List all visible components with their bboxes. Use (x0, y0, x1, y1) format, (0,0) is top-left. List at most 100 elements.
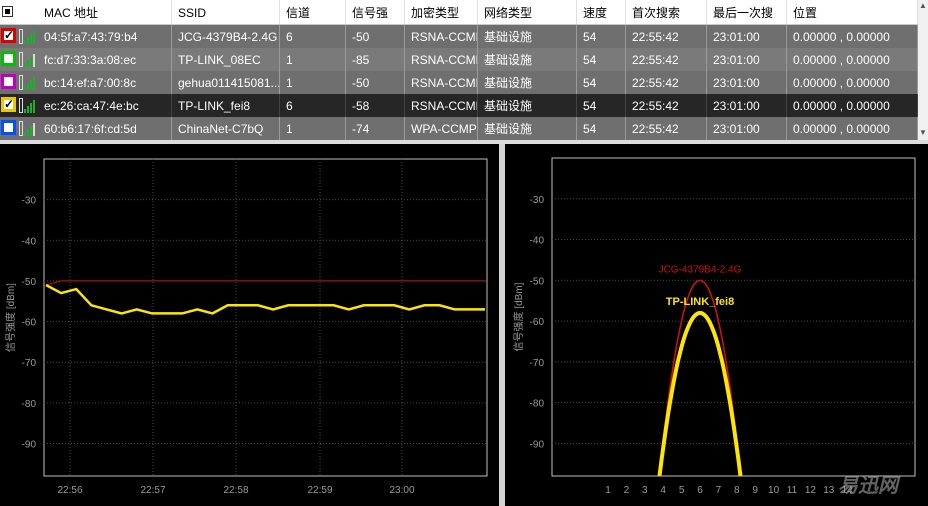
y-axis-label: 信号强度 [dBm] (512, 282, 525, 351)
channel-curve (658, 279, 742, 477)
x-tick-label: 10 (768, 485, 780, 496)
cell-speed: 54 (577, 94, 626, 117)
table-header: MAC 地址 SSID 信道 信号强 加密类型 网络类型 速度 首次搜索 最后一… (0, 0, 918, 25)
cell-channel: 1 (280, 48, 346, 71)
x-tick-label: 22:59 (307, 485, 332, 496)
series-color-checkbox[interactable]: ✓ (1, 97, 16, 112)
series-color-checkbox[interactable]: ✓ (1, 28, 16, 43)
cell-last-seen: 23:01:00 (707, 48, 787, 71)
signal-strength-icon (19, 52, 35, 67)
cell-network-type: 基础设施 (478, 48, 577, 71)
col-security[interactable]: 加密类型 (405, 0, 478, 24)
cell-security: RSNA-CCMP (405, 94, 478, 117)
scroll-up-icon[interactable]: ▲ (919, 1, 927, 11)
series-color-checkbox[interactable] (1, 120, 16, 135)
cell-speed: 54 (577, 25, 626, 48)
series-color-checkbox[interactable] (1, 51, 16, 66)
signal-strength-icon (19, 121, 35, 136)
cell-last-seen: 23:01:00 (707, 71, 787, 94)
series-label: TP-LINK_fei8 (666, 296, 734, 308)
select-all-checkbox[interactable] (2, 6, 13, 17)
cell-first-seen: 22:55:42 (626, 25, 707, 48)
x-tick-label: 22:56 (57, 485, 82, 496)
cell-rssi: -50 (346, 71, 405, 94)
col-ssid[interactable]: SSID (172, 0, 280, 24)
y-tick-label: -50 (530, 276, 545, 287)
signal-strength-icon (19, 98, 35, 113)
col-last-seen[interactable]: 最后一次搜 (707, 0, 787, 24)
cell-speed: 54 (577, 117, 626, 140)
signal-history-chart: -30 -40 -50 -60 -70 -80 -90 信号强度 [dBm] 22:56 22:5… (0, 144, 499, 506)
x-tick-label: 9 (752, 485, 758, 496)
series-label: JCG-4379B4-2.4G (659, 264, 742, 275)
cell-channel: 6 (280, 25, 346, 48)
signal-strength-icon (19, 29, 35, 44)
cell-location: 0.00000 , 0.00000 (787, 117, 918, 140)
signal-history-chart-svg: -30 -40 -50 -60 -70 -80 -90 信号强度 [dBm] 22:56 22:5… (4, 158, 488, 496)
cell-mac: 60:b6:17:6f:cd:5d (38, 117, 172, 140)
channel-spectrum-chart-svg: -30-40-50-60-70-80-90信号强度 [dBm]1 2 3 4 5 6 7 8 9… (512, 157, 916, 496)
cell-rssi: -58 (346, 94, 405, 117)
cell-ssid: TP-LINK_08EC (172, 48, 280, 71)
y-tick-label: -50 (22, 277, 37, 288)
y-tick-label: -70 (530, 358, 545, 369)
y-tick-label: -70 (22, 358, 37, 369)
x-tick-label: 1 (605, 485, 611, 496)
cell-mac: fc:d7:33:3a:08:ec (38, 48, 172, 71)
cell-mac: 04:5f:a7:43:79:b4 (38, 25, 172, 48)
col-first-seen[interactable]: 首次搜索 (626, 0, 707, 24)
cell-ssid: gehua011415081... (172, 71, 280, 94)
cell-channel: 6 (280, 94, 346, 117)
x-tick-label: 5 (679, 485, 685, 496)
table-row[interactable]: bc:14:ef:a7:00:8c gehua011415081... 1 -50 RS… (0, 71, 918, 94)
col-mac[interactable]: MAC 地址 (38, 0, 172, 24)
table-vertical-scrollbar[interactable]: ▲ ▼ (918, 0, 928, 140)
table-row[interactable]: 60:b6:17:6f:cd:5d ChinaNet-C7bQ 1 -74 WPA-CC… (0, 117, 918, 140)
series-line (45, 283, 485, 315)
cell-location: 0.00000 , 0.00000 (787, 48, 918, 71)
cell-speed: 54 (577, 71, 626, 94)
cell-location: 0.00000 , 0.00000 (787, 71, 918, 94)
col-location[interactable]: 位置 (787, 0, 918, 24)
col-channel[interactable]: 信道 (280, 0, 346, 24)
cell-last-seen: 23:01:00 (707, 94, 787, 117)
cell-last-seen: 23:01:00 (707, 25, 787, 48)
y-tick-label: -90 (22, 439, 37, 450)
col-rssi[interactable]: 信号强 (346, 0, 405, 24)
cell-location: 0.00000 , 0.00000 (787, 25, 918, 48)
x-tick-label: 13 (823, 485, 835, 496)
cell-ssid: TP-LINK_fei8 (172, 94, 280, 117)
cell-first-seen: 22:55:42 (626, 48, 707, 71)
scroll-down-icon[interactable]: ▼ (919, 128, 927, 138)
y-tick-label: -80 (22, 399, 37, 410)
channel-spectrum-chart: -30 -40 -50 -60 -70 -80 -90 信号强度 [dBm] 1 2 3 4 5 6 7 8 9… (505, 144, 928, 506)
x-tick-label: 7 (716, 485, 722, 496)
cell-rssi: -50 (346, 25, 405, 48)
cell-security: RSNA-CCMP (405, 48, 478, 71)
network-table: MAC 地址 SSID 信道 信号强 加密类型 网络类型 速度 首次搜索 最后一… (0, 0, 928, 140)
table-row[interactable]: ✓ ec:26:ca:47:4e:bc TP-LINK_fei8 6 -58 RSNA-C… (0, 94, 918, 117)
plot-frame (43, 158, 488, 477)
cell-last-seen: 23:01:00 (707, 117, 787, 140)
x-tick-label: 11 (787, 485, 798, 496)
col-network-type[interactable]: 网络类型 (478, 0, 577, 24)
y-tick-label: -80 (530, 399, 545, 410)
checkmark-icon: ✓ (4, 97, 15, 111)
y-tick-label: -30 (530, 195, 545, 206)
col-speed[interactable]: 速度 (577, 0, 626, 24)
y-tick-label: -90 (530, 439, 545, 450)
cell-location: 0.00000 , 0.00000 (787, 94, 918, 117)
table-row[interactable]: fc:d7:33:3a:08:ec TP-LINK_08EC 1 -85 RSNA-CC… (0, 48, 918, 71)
x-tick-label: 22:58 (223, 485, 248, 496)
x-tick-label: 12 (805, 485, 817, 496)
cell-security: RSNA-CCMP (405, 25, 478, 48)
x-tick-label: 6 (697, 485, 703, 496)
cell-security: WPA-CCMP (405, 117, 478, 140)
series-color-checkbox[interactable] (1, 74, 16, 89)
cell-rssi: -85 (346, 48, 405, 71)
y-tick-label: -60 (530, 317, 545, 328)
cell-speed: 54 (577, 48, 626, 71)
table-row[interactable]: ✓ 04:5f:a7:43:79:b4 JCG-4379B4-2.4G 6 -50 RSN… (0, 25, 918, 48)
series-line (45, 280, 485, 286)
cell-mac: ec:26:ca:47:4e:bc (38, 94, 172, 117)
